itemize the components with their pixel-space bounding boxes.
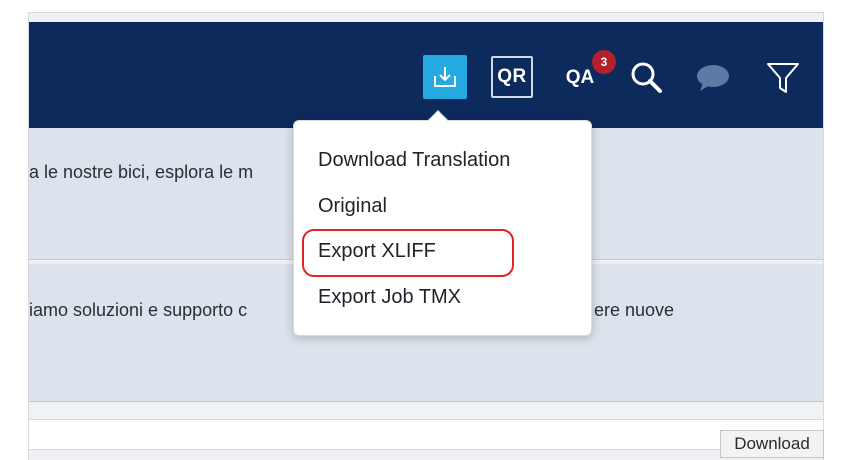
filter-icon (767, 63, 799, 93)
segment-text: a le nostre bici, esplora le m (29, 162, 254, 182)
qa-badge: 3 (592, 50, 616, 74)
search-icon (631, 62, 662, 93)
download-menu: Download Translation Original Export XLI… (293, 110, 592, 336)
qr-button[interactable]: QR (491, 56, 533, 98)
segment-text-continued: ere nuove (594, 300, 675, 320)
download-icon (434, 67, 456, 87)
menu-item-download-translation[interactable]: Download Translation (318, 149, 510, 172)
menu-item-original[interactable]: Original (318, 195, 387, 218)
search-button[interactable] (627, 58, 667, 98)
segment-text: iamo soluzioni e supporto c (29, 300, 248, 320)
comments-button[interactable] (693, 58, 733, 98)
download-button[interactable] (423, 55, 467, 99)
segment-row-empty (29, 420, 823, 450)
top-toolbar: QR QA 3 (29, 22, 823, 128)
segment-divider (29, 402, 823, 420)
chat-icon (697, 65, 729, 91)
menu-item-export-job-tmx[interactable]: Export Job TMX (318, 286, 461, 309)
filter-button[interactable] (763, 58, 803, 98)
download-tooltip: Download (720, 430, 824, 458)
menu-item-export-xliff[interactable]: Export XLIFF (318, 240, 436, 263)
